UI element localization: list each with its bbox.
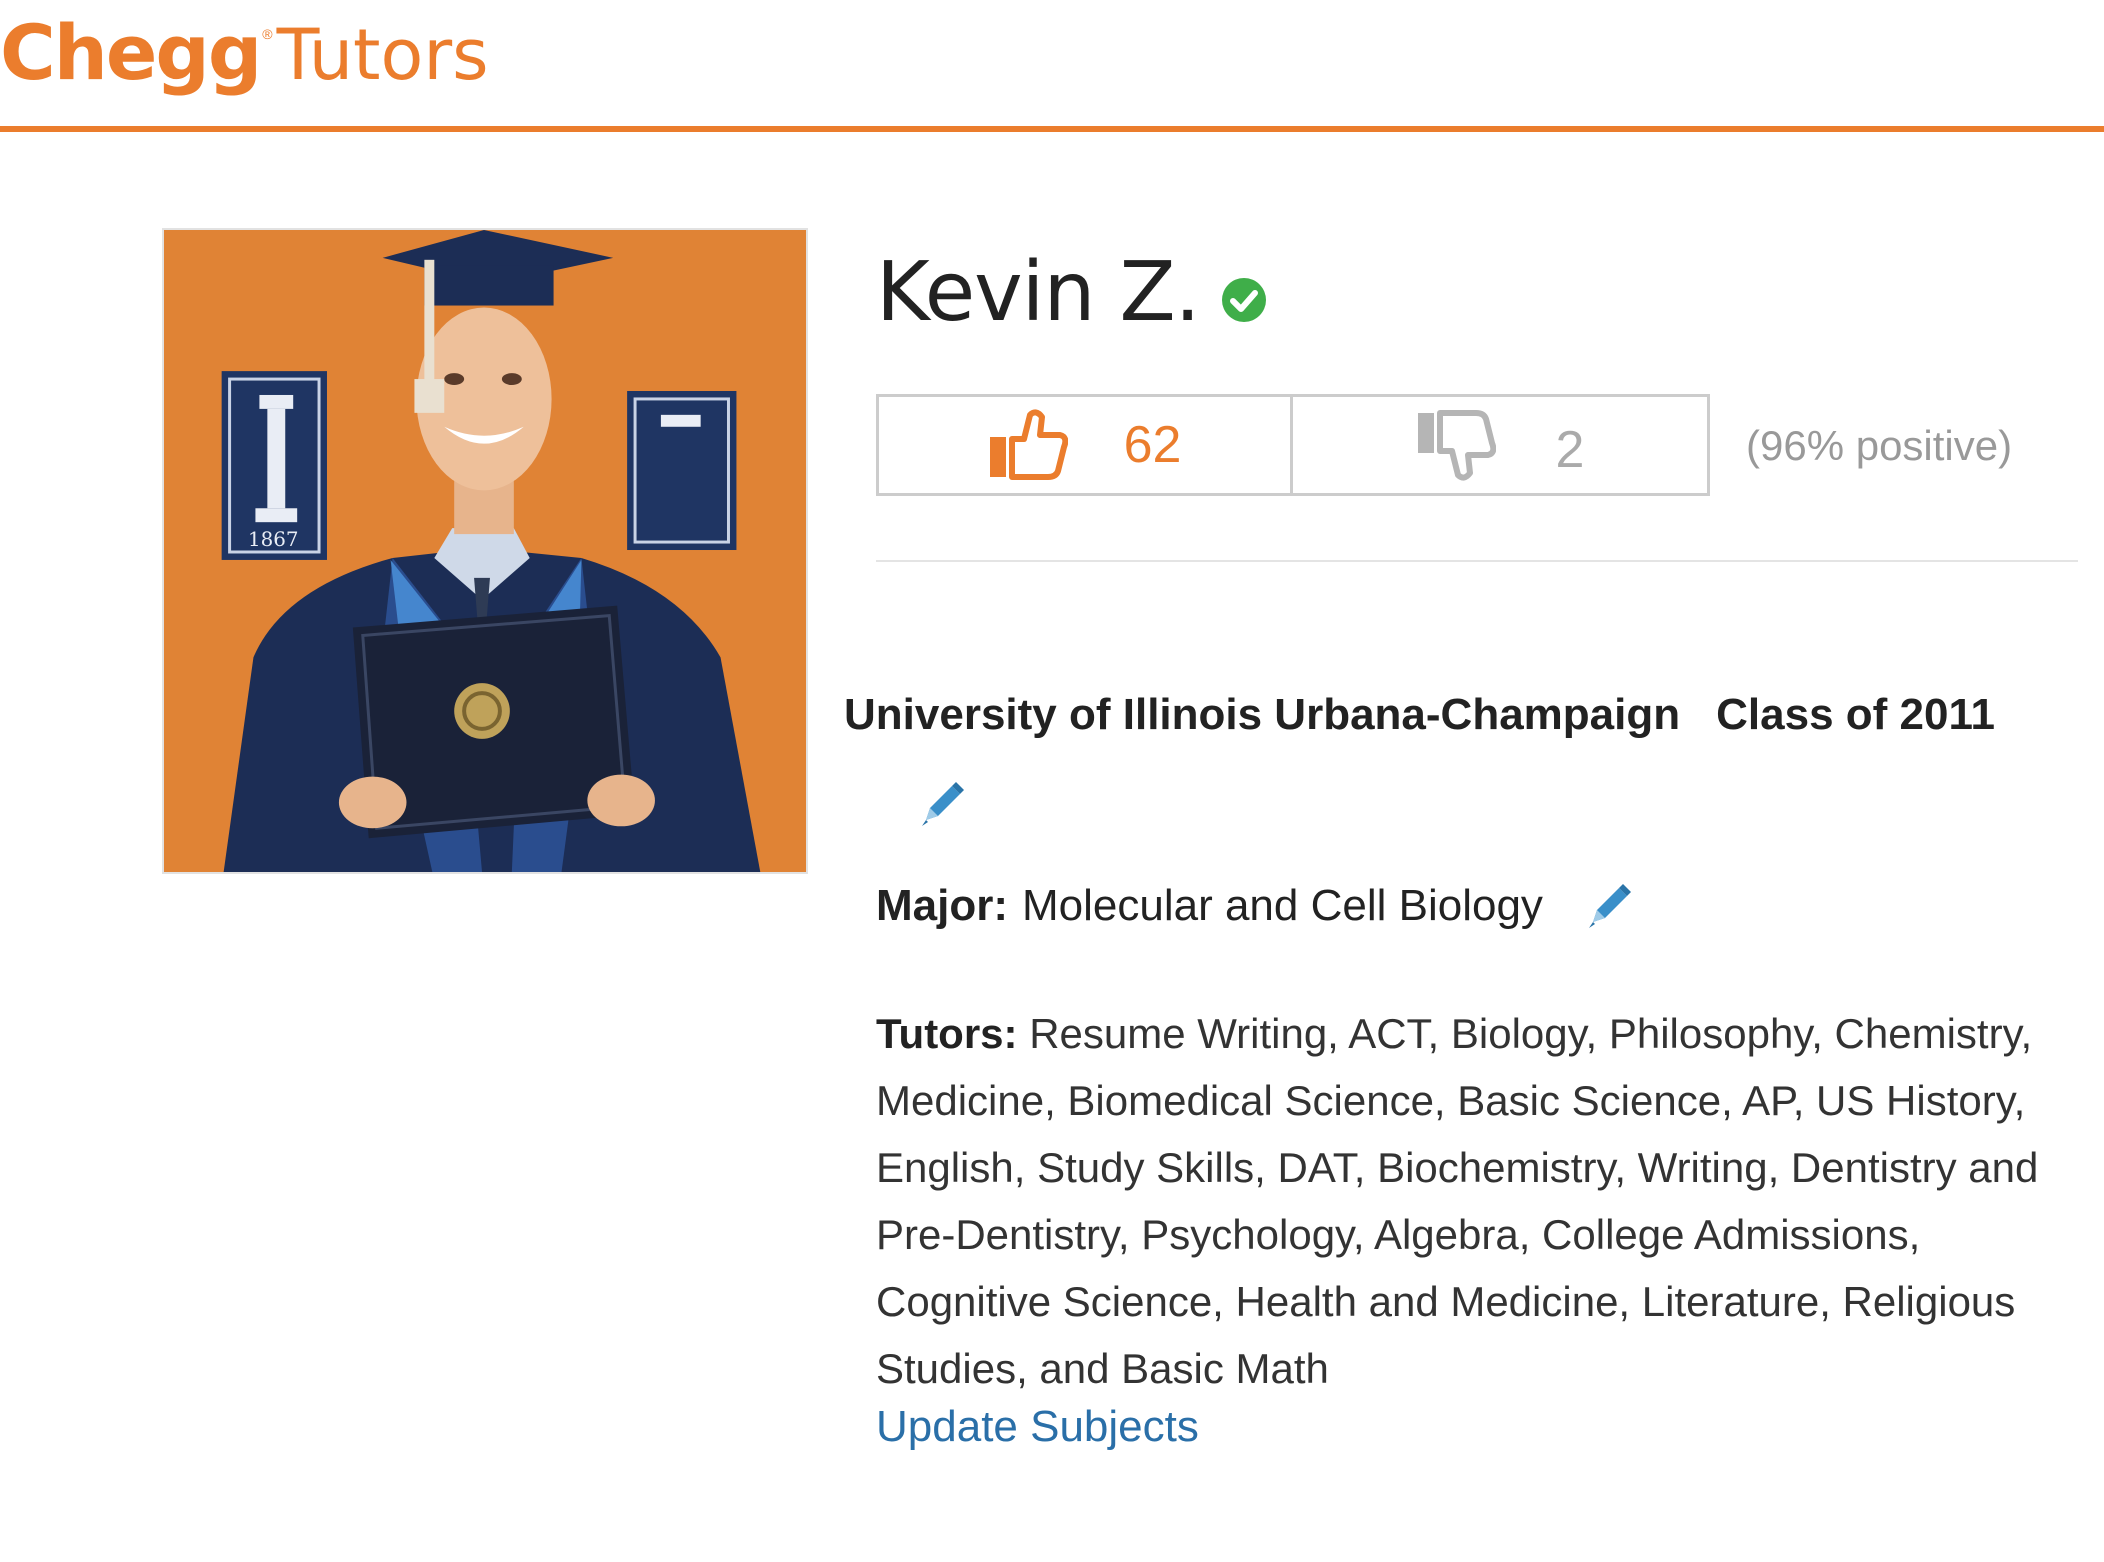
thumbs-up-count: 62	[1123, 416, 1182, 474]
positive-percentage: (96% positive)	[1746, 422, 2013, 469]
logo-registered-mark: ®	[262, 26, 273, 42]
thumbs-up-button[interactable]: 62	[879, 397, 1293, 493]
rating-box: 62 2	[876, 394, 1710, 496]
thumbs-up-icon	[989, 409, 1068, 480]
school-row: University of Illinois Urbana-Champaign C…	[844, 690, 1995, 740]
profile-divider	[876, 560, 2078, 562]
tutor-name: Kevin Z.	[876, 245, 1201, 340]
site-header: Chegg ® Tutors	[0, 0, 2104, 132]
banner-year-text: 1867	[248, 528, 299, 551]
tutors-label: Tutors:	[876, 1010, 1018, 1057]
tutor-name-row: Kevin Z.	[876, 245, 1268, 340]
edit-major-pencil-icon[interactable]	[1583, 880, 1635, 932]
logo-tutors-text: Tutors	[276, 14, 489, 96]
major-label: Major:	[876, 881, 1008, 930]
tutor-profile-photo: 1867	[162, 228, 808, 874]
logo-chegg-text: Chegg	[0, 8, 262, 97]
school-name: University of Illinois Urbana-Champaign	[844, 690, 1681, 739]
chegg-tutors-logo[interactable]: Chegg ® Tutors	[0, 8, 489, 97]
class-year: Class of 2011	[1716, 690, 1995, 739]
update-subjects-link[interactable]: Update Subjects	[876, 1402, 1199, 1452]
edit-school-pencil-icon[interactable]	[916, 778, 968, 830]
verified-check-icon	[1221, 277, 1266, 322]
major-row: Major: Molecular and Cell Biology	[876, 880, 1635, 932]
tutored-subjects: Tutors: Resume Writing, ACT, Biology, Ph…	[876, 1000, 2066, 1402]
tutors-subject-list: Resume Writing, ACT, Biology, Philosophy…	[876, 1010, 2039, 1392]
thumbs-down-icon	[1417, 410, 1496, 481]
thumbs-down-count: 2	[1555, 421, 1585, 479]
thumbs-down-button[interactable]: 2	[1293, 397, 1707, 493]
major-value: Molecular and Cell Biology	[1022, 881, 1543, 930]
